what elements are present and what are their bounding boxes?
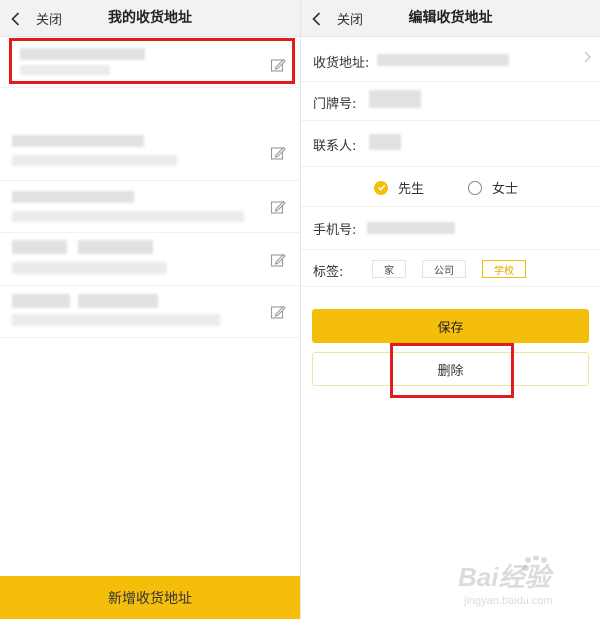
address-list-item[interactable] bbox=[0, 234, 300, 286]
edit-icon[interactable] bbox=[270, 199, 286, 215]
edit-icon[interactable] bbox=[270, 252, 286, 268]
address-list-header: 关闭 我的收货地址 bbox=[0, 0, 300, 37]
address-label: 收货地址: bbox=[313, 56, 370, 71]
radio-unchecked-icon bbox=[468, 180, 482, 195]
tag-school[interactable]: 学校 bbox=[482, 260, 526, 278]
tags-label: 标签: bbox=[313, 265, 344, 280]
blurred-address-text bbox=[12, 135, 144, 147]
close-button[interactable]: 关闭 bbox=[309, 0, 363, 37]
address-row[interactable]: 收货地址: bbox=[301, 38, 600, 82]
chevron-right-icon bbox=[584, 51, 591, 63]
gender-row: 先生 女士 bbox=[301, 168, 600, 207]
address-list-item[interactable] bbox=[0, 38, 300, 88]
blurred-address-text bbox=[12, 155, 177, 166]
contact-row: 联系人: bbox=[301, 122, 600, 167]
phone-field[interactable] bbox=[367, 222, 455, 234]
close-label: 关闭 bbox=[36, 13, 63, 28]
address-list-item[interactable] bbox=[0, 183, 300, 233]
address-field[interactable] bbox=[377, 54, 509, 66]
chevron-left-icon bbox=[312, 11, 321, 26]
edit-icon[interactable] bbox=[270, 304, 286, 320]
blurred-address-text bbox=[20, 65, 110, 75]
save-button[interactable]: 保存 bbox=[312, 309, 589, 343]
tag-home[interactable]: 家 bbox=[372, 260, 406, 278]
tags-row: 标签: 家 公司 学校 bbox=[301, 251, 600, 287]
door-number-row: 门牌号: bbox=[301, 83, 600, 121]
close-label: 关闭 bbox=[337, 13, 364, 28]
gender-option-female[interactable]: 女士 bbox=[468, 178, 518, 197]
door-number-label: 门牌号: bbox=[313, 97, 357, 112]
blurred-address-text bbox=[12, 211, 244, 222]
door-number-field[interactable] bbox=[369, 90, 421, 108]
edit-address-screen: 关闭 编辑收货地址 收货地址: 门牌号: 联系人: 先生 女士 手机号: 标签:… bbox=[301, 0, 600, 619]
edit-icon[interactable] bbox=[270, 145, 286, 161]
address-list-screen: 关闭 我的收货地址 新增收货地址 bbox=[0, 0, 300, 619]
blurred-address-text bbox=[12, 191, 134, 203]
blurred-address-text bbox=[12, 314, 220, 326]
edit-address-header: 关闭 编辑收货地址 bbox=[301, 0, 600, 37]
gender-option-label: 女士 bbox=[492, 182, 519, 197]
gender-option-label: 先生 bbox=[398, 182, 425, 197]
phone-row: 手机号: bbox=[301, 208, 600, 250]
blurred-address-text bbox=[78, 294, 158, 308]
delete-button[interactable]: 删除 bbox=[312, 352, 589, 386]
add-address-button[interactable]: 新增收货地址 bbox=[0, 576, 300, 619]
chevron-left-icon bbox=[11, 11, 20, 26]
close-button[interactable]: 关闭 bbox=[8, 0, 62, 37]
radio-checked-icon bbox=[374, 180, 388, 195]
edit-icon[interactable] bbox=[270, 57, 286, 73]
blurred-address-text bbox=[12, 294, 70, 308]
gender-option-male[interactable]: 先生 bbox=[374, 178, 424, 197]
blurred-address-text bbox=[78, 240, 153, 254]
blurred-address-text bbox=[20, 48, 145, 60]
contact-label: 联系人: bbox=[313, 139, 357, 154]
phone-label: 手机号: bbox=[313, 223, 357, 238]
address-list-item[interactable] bbox=[0, 288, 300, 338]
blurred-address-text bbox=[12, 240, 67, 254]
address-list-item[interactable] bbox=[0, 129, 300, 181]
tag-company[interactable]: 公司 bbox=[422, 260, 466, 278]
blurred-address-text bbox=[12, 262, 167, 274]
contact-field[interactable] bbox=[369, 134, 401, 150]
